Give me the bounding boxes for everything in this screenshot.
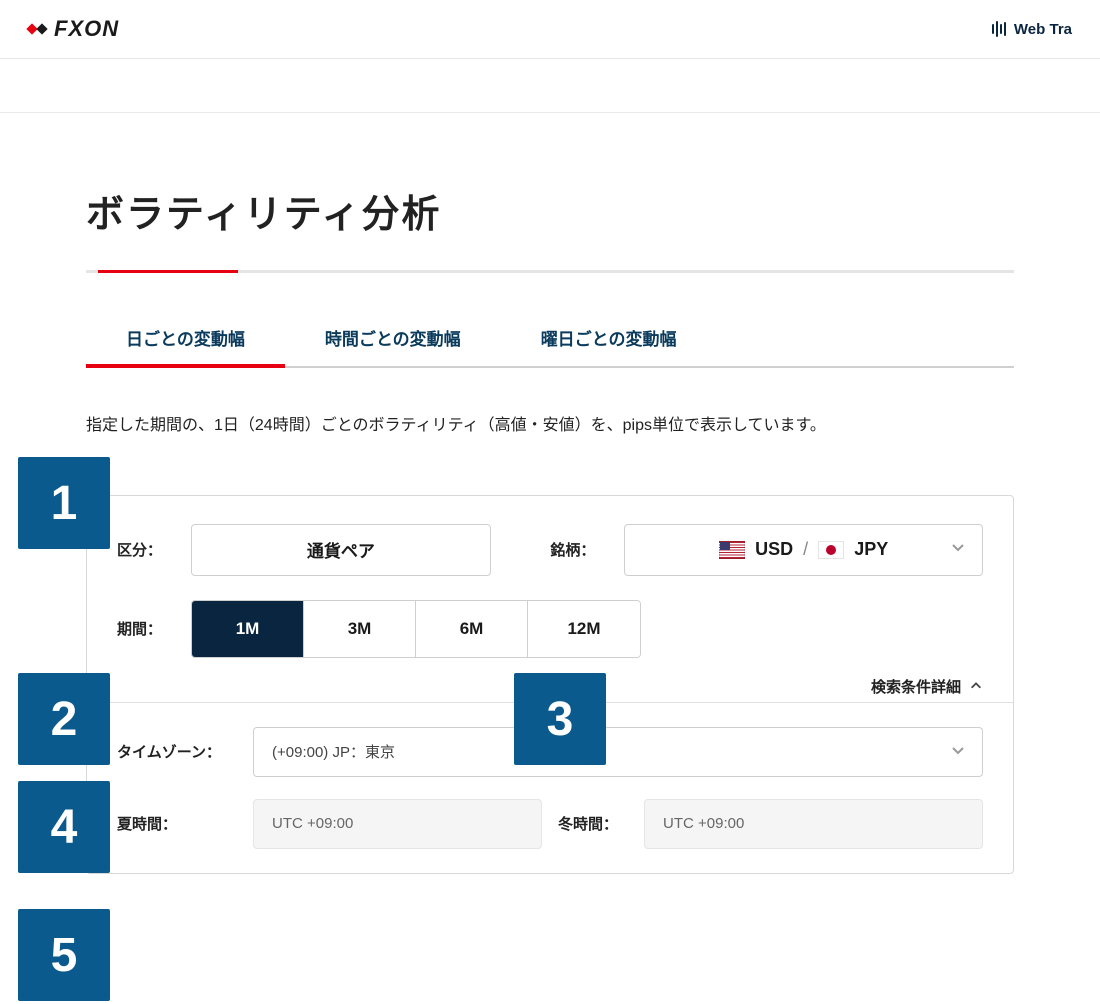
chevron-down-icon [950,742,966,762]
period-12m-button[interactable]: 12M [528,601,640,657]
search-details-toggle[interactable]: 検索条件詳細 [871,676,983,697]
chart-bars-icon [992,21,1006,37]
category-value: 通貨ペア [307,537,375,562]
chevron-down-icon [950,539,966,560]
web-trade-link[interactable]: Web Tra [992,21,1072,38]
title-underline [86,270,1014,273]
symbol-select[interactable]: USD / JPY [624,524,983,576]
app-header: FXON Web Tra [0,0,1100,59]
winter-time-value: UTC +09:00 [663,815,744,832]
annotation-badge-4: 4 [18,781,110,873]
winter-time-field: UTC +09:00 [644,799,983,849]
annotation-badge-5: 5 [18,909,110,1001]
details-label: 検索条件詳細 [871,676,961,697]
period-1m-button[interactable]: 1M [192,601,304,657]
timezone-label: タイムゾーン： [117,741,237,762]
sub-header-divider [0,59,1100,113]
annotation-badge-2: 2 [18,673,110,765]
symbol-base: USD [755,539,793,560]
period-3m-button[interactable]: 3M [304,601,416,657]
summer-time-value: UTC +09:00 [272,815,353,832]
tab-hourly[interactable]: 時間ごとの変動幅 [285,307,501,366]
brand-logo[interactable]: FXON [28,16,119,42]
symbol-label: 銘柄： [550,539,608,560]
flag-jp-icon [818,541,844,559]
category-label: 区分： [117,539,175,560]
chevron-up-icon [969,679,983,693]
tab-bar: 日ごとの変動幅 時間ごとの変動幅 曜日ごとの変動幅 [86,307,1014,368]
period-button-group: 1M 3M 6M 12M [191,600,641,658]
category-select[interactable]: 通貨ペア [191,524,491,576]
brand-name: FXON [54,16,119,42]
summer-time-label: 夏時間： [117,813,237,834]
winter-time-label: 冬時間： [558,813,628,834]
logo-mark-icon [28,25,46,33]
timezone-value: (+09:00) JP：東京 [272,741,395,762]
annotation-badge-3: 3 [514,673,606,765]
tab-daily[interactable]: 日ごとの変動幅 [86,307,285,368]
annotation-badge-1: 1 [18,457,110,549]
tab-description: 指定した期間の、1日（24時間）ごとのボラティリティ（高値・安値）を、pips単… [86,412,1014,441]
page-title: ボラティリティ分析 [86,183,1014,238]
summer-time-field: UTC +09:00 [253,799,542,849]
period-label: 期間： [117,618,175,639]
flag-us-icon [719,541,745,559]
period-6m-button[interactable]: 6M [416,601,528,657]
tab-weekday[interactable]: 曜日ごとの変動幅 [501,307,717,366]
web-trade-label: Web Tra [1014,21,1072,38]
symbol-separator: / [803,539,808,560]
timezone-select[interactable]: (+09:00) JP：東京 [253,727,983,777]
symbol-quote: JPY [854,539,888,560]
